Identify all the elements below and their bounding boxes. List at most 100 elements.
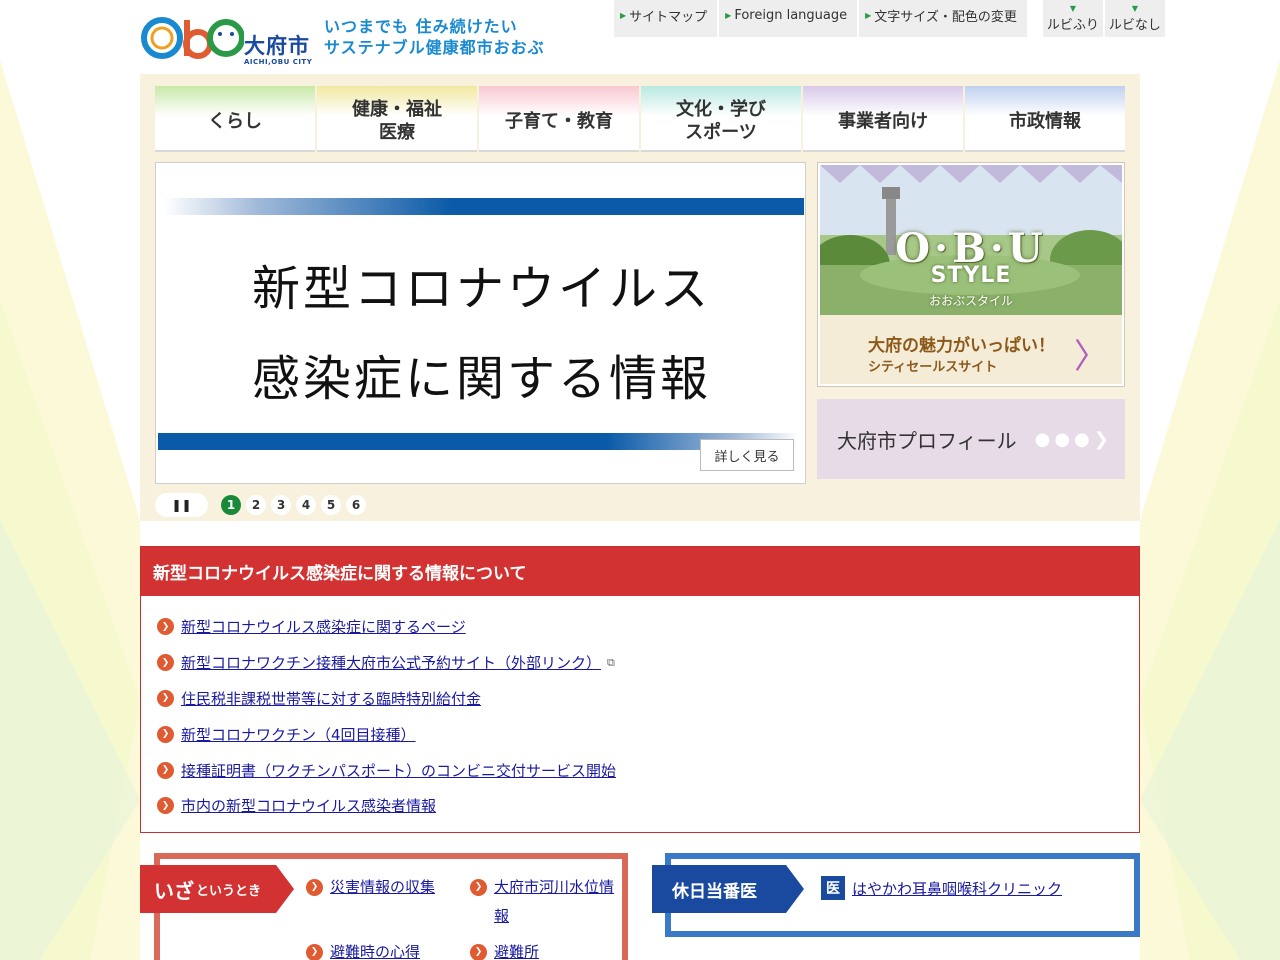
corona-link[interactable]: 接種証明書（ワクチンパスポート）のコンビニ交付サービス開始 — [181, 760, 616, 781]
tagline-line2: サステナブル健康都市おおぶ — [324, 38, 545, 57]
obu-logo-icon — [141, 17, 245, 59]
triangle-right-icon: ▶ — [865, 11, 872, 20]
corona-link-item: ❯ 接種証明書（ワクチンパスポート）のコンビニ交付サービス開始 — [157, 752, 1139, 788]
chevron-right-icon: ❯ — [157, 689, 174, 707]
emergency-link-label[interactable]: 避難時の心得 — [330, 938, 420, 960]
global-nav-item[interactable]: 子育て・教育 — [479, 86, 639, 152]
obu-style-text: STYLE — [930, 263, 1012, 288]
triangle-right-icon: ▶ — [620, 11, 627, 20]
chevron-right-icon: ❯ — [157, 654, 174, 672]
nav-label-line1: 健康・福祉 — [352, 99, 442, 120]
global-nav-item[interactable]: 市政情報 — [965, 86, 1125, 152]
foreign-language-link[interactable]: ▶ Foreign language — [719, 0, 858, 37]
corona-link-item: ❯ 市内の新型コロナウイルス感染者情報 — [157, 788, 1139, 824]
global-nav-label: 子育て・教育 — [505, 104, 613, 133]
slider-page-dot[interactable]: 6 — [346, 495, 366, 515]
corona-info-box: 新型コロナウイルス感染症に関する情報について ❯ 新型コロナウイルス感染症に関する… — [140, 546, 1140, 833]
slider-page-dot[interactable]: 2 — [246, 495, 266, 515]
chevron-right-icon: ❯ — [157, 725, 174, 743]
nav-label-line1: 文化・学び — [676, 99, 766, 120]
global-nav-label: 健康・福祉 医療 — [352, 92, 442, 144]
global-nav-label: 市政情報 — [1009, 104, 1081, 133]
disaster-info-link[interactable]: ❯ 災害情報の収集 — [306, 873, 466, 902]
global-nav-item[interactable]: 健康・福祉 医療 — [317, 86, 477, 152]
evacuation-tips-link[interactable]: ❯ 避難時の心得 — [306, 938, 466, 960]
dots-arrow-icon: ●●●❯ — [1034, 428, 1113, 450]
ruby-on-button[interactable]: ▼ ルビふり — [1042, 0, 1103, 37]
holiday-clinic-link[interactable]: 医 はやかわ耳鼻咽喉科クリニック — [821, 876, 1062, 900]
corona-link[interactable]: 新型コロナワクチン（4回目接種） — [181, 724, 416, 745]
global-nav-item[interactable]: くらし — [155, 86, 315, 152]
chevron-right-icon: ❯ — [157, 618, 174, 636]
util-link-label: 文字サイズ・配色の変更 — [874, 10, 1017, 25]
global-nav-label: くらし — [208, 104, 262, 133]
slide-bar-top — [164, 198, 804, 215]
tagline-line1: いつまでも 住み続けたい — [324, 17, 518, 36]
corona-link[interactable]: 住民税非課税世帯等に対する臨時特別給付金 — [181, 688, 481, 709]
emergency-link-label[interactable]: 避難所 — [494, 938, 539, 960]
emergency-link-label[interactable]: 大府市河川水位情報 — [494, 873, 622, 931]
slider-pagination: 123456 — [221, 495, 366, 515]
main-slider: 新型コロナウイルス 感染症に関する情報 詳しく見る — [155, 162, 806, 484]
chevron-right-icon: 〉 — [1074, 337, 1108, 377]
corona-link-item: ❯ 新型コロナウイルス感染症に関するページ — [157, 609, 1139, 645]
slider-page-dot[interactable]: 4 — [296, 495, 316, 515]
shelter-link[interactable]: ❯ 避難所 — [470, 938, 622, 960]
emergency-tag-big: いざ — [154, 878, 194, 903]
chevron-right-icon: ❯ — [157, 797, 174, 815]
util-link-label: サイトマップ — [629, 10, 708, 25]
chevron-right-icon: ❯ — [470, 944, 487, 960]
slide-detail-button[interactable]: 詳しく見る — [700, 439, 794, 471]
ruby-toggle-group: ▼ ルビふり ▼ ルビなし — [1042, 0, 1165, 37]
external-link-icon: ⧉ — [607, 655, 615, 669]
ruby-off-button[interactable]: ▼ ルビなし — [1104, 0, 1165, 37]
global-nav-label: 事業者向け — [838, 104, 928, 133]
logo-city-sub: AICHI,OBU CITY — [244, 58, 313, 66]
slider-page-dot[interactable]: 1 — [221, 495, 241, 515]
corona-info-heading: 新型コロナウイルス感染症に関する情報について — [141, 547, 1139, 596]
emergency-tag-small: というとき — [196, 883, 262, 899]
ruby-on-label: ルビふり — [1046, 18, 1099, 33]
pause-button[interactable]: ❚❚ — [155, 493, 208, 517]
corona-link-item: ❯ 新型コロナワクチン（4回目接種） — [157, 716, 1139, 752]
global-nav: くらし 健康・福祉 医療 子育て・教育 文化・学び スポーツ 事業者向け 市政情報 — [155, 86, 1125, 152]
corona-link-list: ❯ 新型コロナウイルス感染症に関するページ ❯ 新型コロナワクチン接種大府市公式予約サ… — [141, 596, 1139, 824]
emergency-link-label[interactable]: 災害情報の収集 — [330, 873, 435, 902]
utility-nav: ▶ サイトマップ ▶ Foreign language ▶ 文字サイズ・配色の変更 ▼… — [614, 0, 1165, 37]
city-profile-label: 大府市プロフィール — [837, 428, 1017, 453]
obu-subtitle: シティセールスサイト — [868, 360, 998, 375]
obu-style-banner-image: O·B·U STYLE おおぶスタイル 大府の魅力がいっぱい！ シティセールスサ… — [820, 165, 1122, 384]
chevron-right-icon: ❯ — [306, 879, 323, 896]
corona-link[interactable]: 新型コロナワクチン接種大府市公式予約サイト（外部リンク） — [181, 652, 601, 673]
corona-link-item: ❯ 新型コロナワクチン接種大府市公式予約サイト（外部リンク） ⧉ — [157, 645, 1139, 681]
ruby-off-label: ルビなし — [1108, 18, 1161, 33]
chevron-right-icon: ❯ — [470, 879, 487, 896]
slider-controls: ❚❚ 123456 — [155, 493, 366, 517]
obu-banner-caption: 大府の魅力がいっぱい！ シティセールスサイト 〉 — [820, 315, 1122, 384]
nav-label-line1: 市政情報 — [1009, 110, 1081, 132]
holiday-clinic-name[interactable]: はやかわ耳鼻咽喉科クリニック — [852, 878, 1062, 899]
site-header: 大府市 AICHI,OBU CITY いつまでも 住み続けたい サステナブル健康… — [140, 0, 1165, 70]
holiday-doctor-tag: 休日当番医 — [652, 865, 804, 913]
chevron-right-icon: ❯ — [157, 761, 174, 779]
city-tagline: いつまでも 住み続けたい サステナブル健康都市おおぶ — [324, 16, 545, 58]
global-nav-item[interactable]: 文化・学び スポーツ — [641, 86, 801, 152]
triangle-down-icon: ▼ — [1131, 4, 1138, 13]
nav-label-line2: スポーツ — [685, 122, 757, 143]
city-profile-banner[interactable]: 大府市プロフィール ●●●❯ — [817, 399, 1125, 479]
obu-style-banner[interactable]: O·B·U STYLE おおぶスタイル 大府の魅力がいっぱい！ シティセールスサ… — [817, 162, 1125, 387]
corona-link-item: ❯ 住民税非課税世帯等に対する臨時特別給付金 — [157, 681, 1139, 717]
site-logo[interactable]: 大府市 AICHI,OBU CITY — [140, 14, 320, 66]
font-size-color-link[interactable]: ▶ 文字サイズ・配色の変更 — [859, 0, 1027, 37]
corona-link[interactable]: 市内の新型コロナウイルス感染者情報 — [181, 795, 436, 816]
slider-page-dot[interactable]: 5 — [321, 495, 341, 515]
slider-page-dot[interactable]: 3 — [271, 495, 291, 515]
triangle-down-icon: ▼ — [1069, 4, 1076, 13]
nav-label-line1: 事業者向け — [838, 110, 928, 132]
global-nav-label: 文化・学び スポーツ — [676, 92, 766, 144]
sitemap-link[interactable]: ▶ サイトマップ — [614, 0, 718, 37]
nav-label-line2: 医療 — [379, 122, 415, 143]
river-level-link[interactable]: ❯ 大府市河川水位情報 — [470, 873, 622, 931]
global-nav-item[interactable]: 事業者向け — [803, 86, 963, 152]
corona-link[interactable]: 新型コロナウイルス感染症に関するページ — [181, 616, 466, 637]
